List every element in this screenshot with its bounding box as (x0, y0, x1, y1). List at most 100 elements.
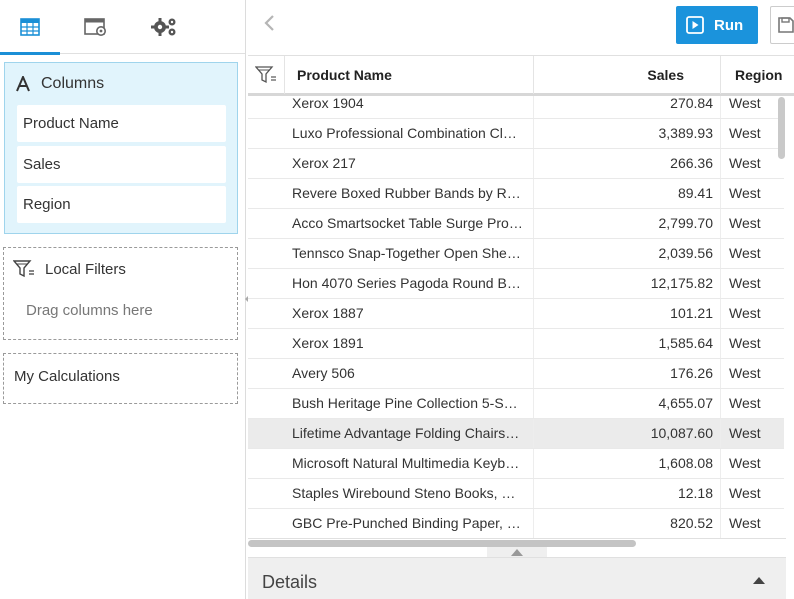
cell-product-name[interactable]: GBC Pre-Punched Binding Paper, Plastic (285, 509, 534, 538)
local-filters-dropzone[interactable]: Local Filters Drag columns here (3, 247, 238, 340)
table-row[interactable]: Xerox 1891 1,585.64 West (248, 329, 784, 359)
expand-details-icon[interactable] (752, 575, 766, 585)
save-button[interactable] (770, 6, 794, 44)
header-filter-button[interactable] (248, 56, 285, 94)
horizontal-scrollbar[interactable] (248, 538, 786, 547)
cell-region[interactable]: West (721, 359, 784, 388)
play-icon (686, 16, 704, 34)
cell-product-name[interactable]: Tennsco Snap-Together Open Shelving Unit… (285, 239, 534, 268)
cell-product-name[interactable]: Acco Smartsocket Table Surge Protector (285, 209, 534, 238)
my-calculations-panel[interactable]: My Calculations (3, 353, 238, 404)
table-row[interactable]: Revere Boxed Rubber Bands by Revere 89.41… (248, 179, 784, 209)
cell-product-name[interactable]: Microsoft Natural Multimedia Keyboard (285, 449, 534, 478)
cell-region[interactable]: West (721, 419, 784, 448)
column-item-region[interactable]: Region (17, 186, 226, 223)
cell-sales[interactable]: 1,585.64 (534, 329, 721, 358)
cell-product-name[interactable]: Luxo Professional Combination Clamp-On L… (285, 119, 534, 148)
row-selector[interactable] (248, 119, 285, 148)
cell-region[interactable]: West (721, 479, 784, 508)
row-selector[interactable] (248, 449, 285, 478)
table-row[interactable]: Hon 4070 Series Pagoda Round Back Stacki… (248, 269, 784, 299)
cell-region[interactable]: West (721, 149, 784, 178)
cell-region[interactable]: West (721, 509, 784, 538)
run-button[interactable]: Run (676, 6, 758, 44)
row-selector[interactable] (248, 179, 285, 208)
row-selector[interactable] (248, 479, 285, 508)
table-row[interactable]: GBC Pre-Punched Binding Paper, Plastic 82… (248, 509, 784, 539)
cell-sales[interactable]: 266.36 (534, 149, 721, 178)
vertical-scroll-thumb[interactable] (778, 97, 785, 159)
columns-title-label: Columns (41, 75, 105, 92)
columns-panel: Columns Product Name Sales Region (4, 62, 238, 234)
cell-product-name[interactable]: Lifetime Advantage Folding Chairs, 4/Car… (285, 419, 534, 448)
cell-product-name[interactable]: Xerox 1891 (285, 329, 534, 358)
cell-sales[interactable]: 10,087.60 (534, 419, 721, 448)
header-region[interactable]: Region (721, 56, 794, 94)
cell-product-name[interactable]: Xerox 1887 (285, 299, 534, 328)
cell-region[interactable]: West (721, 389, 784, 418)
cell-sales[interactable]: 3,389.93 (534, 119, 721, 148)
cell-region[interactable]: West (721, 299, 784, 328)
cell-sales[interactable]: 12.18 (534, 479, 721, 508)
cell-region[interactable]: West (721, 269, 784, 298)
cell-sales[interactable]: 12,175.82 (534, 269, 721, 298)
cell-region[interactable]: West (721, 179, 784, 208)
row-selector[interactable] (248, 419, 285, 448)
cell-sales[interactable]: 101.21 (534, 299, 721, 328)
header-product-name[interactable]: Product Name (285, 56, 534, 94)
table-row[interactable]: Bush Heritage Pine Collection 5-Shelf Bo… (248, 389, 784, 419)
cell-sales[interactable]: 2,039.56 (534, 239, 721, 268)
details-resize-handle[interactable] (487, 547, 547, 557)
row-selector[interactable] (248, 149, 285, 178)
cell-region[interactable]: West (721, 239, 784, 268)
columns-title: Columns (15, 75, 104, 93)
row-selector[interactable] (248, 269, 285, 298)
table-row[interactable]: Tennsco Snap-Together Open Shelving Unit… (248, 239, 784, 269)
my-calculations-label: My Calculations (14, 368, 120, 385)
table-row[interactable]: Xerox 1887 101.21 West (248, 299, 784, 329)
cell-sales[interactable]: 820.52 (534, 509, 721, 538)
row-selector[interactable] (248, 299, 285, 328)
cell-region[interactable]: West (721, 209, 784, 238)
table-row[interactable]: Microsoft Natural Multimedia Keyboard 1,6… (248, 449, 784, 479)
cell-region[interactable]: West (721, 119, 784, 148)
table-row[interactable]: Acco Smartsocket Table Surge Protector 2,… (248, 209, 784, 239)
window-settings-icon (84, 18, 106, 36)
table-row[interactable]: Xerox 217 266.36 West (248, 149, 784, 179)
row-selector[interactable] (248, 389, 285, 418)
row-selector[interactable] (248, 239, 285, 268)
cell-region[interactable]: West (721, 449, 784, 478)
cell-sales[interactable]: 2,799.70 (534, 209, 721, 238)
tab-window-settings[interactable] (66, 0, 126, 54)
tab-settings[interactable] (134, 0, 194, 54)
cell-product-name[interactable]: Bush Heritage Pine Collection 5-Shelf Bo… (285, 389, 534, 418)
cell-product-name[interactable]: Avery 506 (285, 359, 534, 388)
cell-product-name[interactable]: Revere Boxed Rubber Bands by Revere (285, 179, 534, 208)
cell-product-name[interactable]: Hon 4070 Series Pagoda Round Back Stacki… (285, 269, 534, 298)
horizontal-scroll-thumb[interactable] (248, 540, 636, 547)
column-item-sales[interactable]: Sales (17, 146, 226, 183)
caret-up-icon (511, 548, 523, 556)
cell-sales[interactable]: 89.41 (534, 179, 721, 208)
grid-header: Product Name Sales Region (248, 55, 794, 96)
row-selector[interactable] (248, 509, 285, 538)
cell-product-name[interactable]: Staples Wirebound Steno Books, 6 x 9 (285, 479, 534, 508)
cell-region[interactable]: West (721, 329, 784, 358)
row-selector[interactable] (248, 209, 285, 238)
cell-sales[interactable]: 1,608.08 (534, 449, 721, 478)
cell-sales[interactable]: 4,655.07 (534, 389, 721, 418)
table-row[interactable]: Lifetime Advantage Folding Chairs, 4/Car… (248, 419, 784, 449)
header-sales[interactable]: Sales (534, 56, 721, 94)
back-button[interactable] (259, 10, 279, 36)
table-row[interactable]: Avery 506 176.26 West (248, 359, 784, 389)
table-row[interactable]: Staples Wirebound Steno Books, 6 x 9 12.1… (248, 479, 784, 509)
column-item-product-name[interactable]: Product Name (17, 105, 226, 142)
tab-table[interactable] (0, 0, 60, 55)
row-selector[interactable] (248, 359, 285, 388)
cell-product-name[interactable]: Xerox 217 (285, 149, 534, 178)
vertical-scrollbar[interactable] (777, 97, 786, 544)
local-filters-label: Local Filters (45, 260, 126, 278)
row-selector[interactable] (248, 329, 285, 358)
table-row[interactable]: Luxo Professional Combination Clamp-On L… (248, 119, 784, 149)
cell-sales[interactable]: 176.26 (534, 359, 721, 388)
